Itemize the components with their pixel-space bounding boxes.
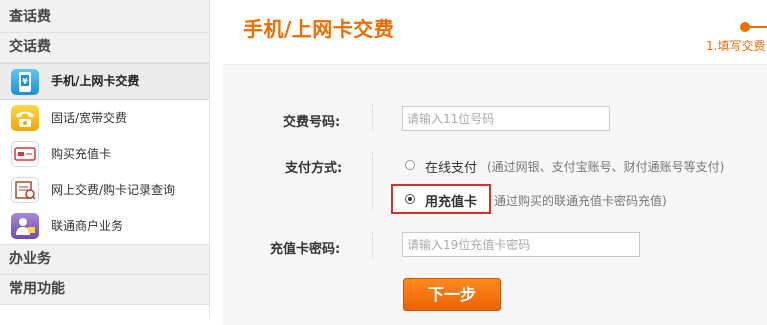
svg-text:¥: ¥	[22, 77, 28, 86]
sidebar-items: ¥ 手机/上网卡交费 固话/宽带交费 购买充值卡 网上交费/购卡记录查询 联通商…	[0, 63, 209, 244]
recharge-card-note: 通过购买的联通充值卡密码充值)	[494, 194, 667, 208]
records-icon	[11, 177, 39, 203]
merchant-icon	[11, 213, 39, 239]
step-dot-icon	[740, 22, 750, 32]
card-icon	[11, 141, 39, 167]
sidebar-item-records[interactable]: 网上交费/购卡记录查询	[0, 172, 209, 208]
sidebar-item-label: 联通商户业务	[51, 219, 124, 233]
online-pay-label[interactable]: 在线支付	[425, 157, 477, 176]
card-password-label: 充值卡密码:	[270, 242, 341, 257]
sidebar-item-mobile-pay[interactable]: ¥ 手机/上网卡交费	[0, 63, 209, 100]
step-label: 1.填写交费	[706, 39, 766, 53]
card-password-input[interactable]	[402, 232, 640, 257]
sidebar-section-query[interactable]: 查话费	[0, 0, 209, 33]
recharge-card-radio[interactable]	[405, 194, 415, 204]
sidebar-section-common[interactable]: 常用功能	[0, 275, 209, 305]
sidebar-item-buy-card[interactable]: 购买充值卡	[0, 136, 209, 172]
sidebar-item-label: 购买充值卡	[51, 147, 112, 161]
recharge-card-label[interactable]: 用充值卡	[425, 191, 477, 210]
divider	[372, 232, 373, 260]
phone-label: 交费号码:	[283, 115, 341, 130]
sidebar-section-business[interactable]: 办业务	[0, 244, 209, 275]
sidebar-item-label: 固话/宽带交费	[51, 111, 128, 125]
pay-method-label: 支付方式:	[285, 161, 343, 176]
phone-number-input[interactable]	[402, 106, 610, 131]
sidebar-item-label: 网上交费/购卡记录查询	[51, 183, 176, 197]
online-pay-note: (通过网银、支付宝账号、财付通账号等支付)	[487, 160, 725, 174]
next-step-button[interactable]: 下一步	[403, 278, 501, 311]
mobile-yen-icon: ¥	[11, 69, 39, 95]
telephone-icon	[11, 105, 39, 131]
online-pay-radio[interactable]	[405, 160, 415, 170]
sidebar: 查话费 交话费 ¥ 手机/上网卡交费 固话/宽带交费 购买充值卡 网上交费/购卡…	[0, 0, 210, 317]
sidebar-section-pay[interactable]: 交话费	[0, 33, 209, 63]
page-title: 手机/上网卡交费	[243, 17, 395, 41]
divider	[372, 104, 373, 132]
divider	[372, 152, 373, 210]
sidebar-item-label: 手机/上网卡交费	[51, 74, 140, 88]
sidebar-item-merchant[interactable]: 联通商户业务	[0, 208, 209, 244]
sidebar-item-landline-pay[interactable]: 固话/宽带交费	[0, 100, 209, 136]
